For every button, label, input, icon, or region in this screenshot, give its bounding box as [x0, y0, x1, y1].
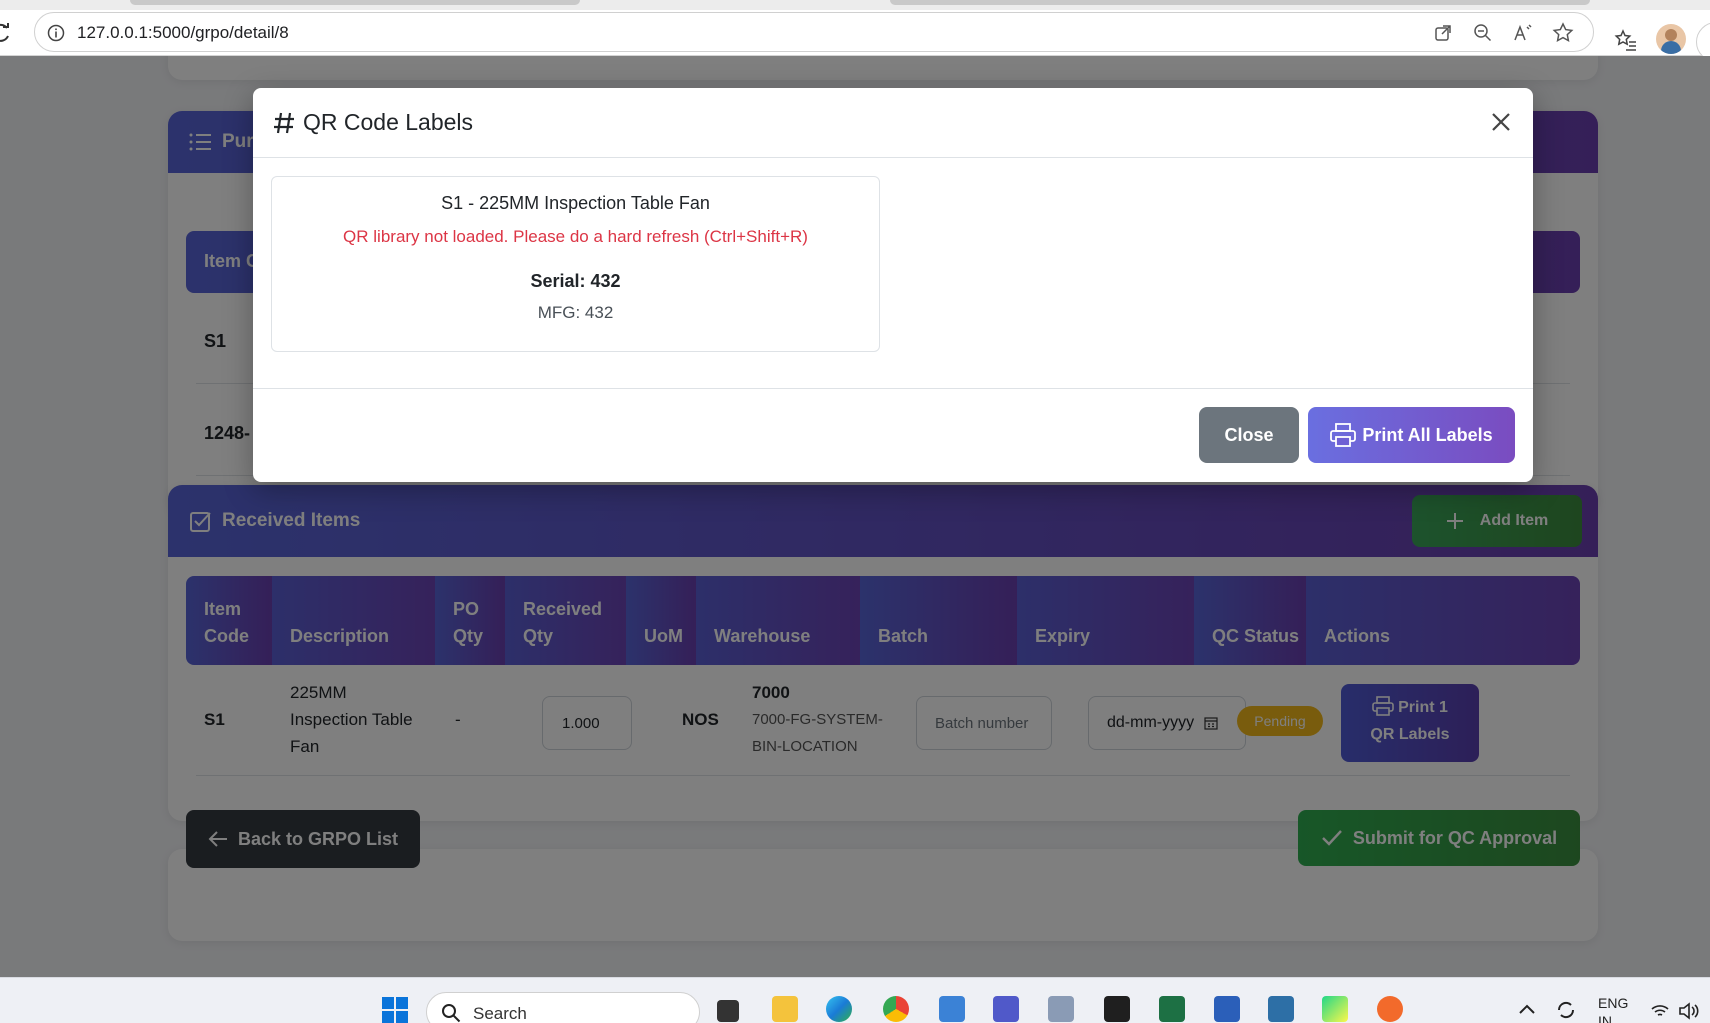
qr-labels-modal: QR Code Labels S1 - 225MM Inspection Tab…	[253, 88, 1533, 482]
qr-label-card: S1 - 225MM Inspection Table Fan QR libra…	[271, 176, 880, 352]
modal-footer: Close Print All Labels	[253, 388, 1533, 482]
label-title: S1 - 225MM Inspection Table Fan	[441, 193, 710, 213]
taskbar-search[interactable]: Search	[426, 992, 700, 1023]
open-in-app-icon[interactable]	[1431, 21, 1455, 45]
favorites-list-icon[interactable]	[1614, 28, 1638, 52]
pycharm-icon[interactable]	[1322, 996, 1348, 1022]
url-text: 127.0.0.1:5000/grpo/detail/8	[77, 23, 289, 42]
edge-browser-icon[interactable]	[826, 996, 852, 1022]
print-all-label: Print All Labels	[1362, 424, 1493, 445]
refresh-icon[interactable]	[0, 22, 12, 44]
excel-icon[interactable]	[1159, 996, 1185, 1022]
app-icon[interactable]	[1104, 996, 1130, 1022]
url-field[interactable]: 127.0.0.1:5000/grpo/detail/8	[34, 12, 1594, 52]
windows-taskbar: Search ENG IN	[0, 977, 1710, 1023]
mysql-workbench-icon[interactable]	[1268, 996, 1294, 1022]
close-icon[interactable]	[1487, 108, 1515, 136]
app-icon[interactable]	[1377, 996, 1403, 1022]
chrome-icon[interactable]	[883, 996, 909, 1022]
profile-avatar[interactable]	[1656, 24, 1686, 54]
favorite-star-icon[interactable]	[1551, 21, 1575, 45]
wifi-icon[interactable]	[1650, 1002, 1670, 1020]
modal-title: QR Code Labels	[303, 109, 474, 135]
volume-icon[interactable]	[1678, 1002, 1700, 1020]
chevron-up-icon[interactable]	[1518, 1002, 1536, 1016]
print-all-labels-button[interactable]: Print All Labels	[1308, 407, 1515, 463]
address-bar: 127.0.0.1:5000/grpo/detail/8	[0, 10, 1710, 62]
read-aloud-icon[interactable]	[1511, 21, 1535, 45]
modal-header: QR Code Labels	[253, 88, 1533, 158]
close-button[interactable]: Close	[1199, 407, 1299, 463]
zoom-out-icon[interactable]	[1471, 21, 1495, 45]
browser-tab[interactable]	[130, 0, 580, 5]
error-message: QR library not loaded. Please do a hard …	[343, 227, 808, 246]
task-view-icon[interactable]	[717, 1000, 739, 1022]
hashtag-icon	[274, 112, 294, 133]
taskbar-search-label: Search	[473, 1004, 527, 1023]
browser-tab[interactable]	[890, 0, 1590, 5]
site-info-icon[interactable]	[47, 24, 65, 42]
teams-icon[interactable]	[993, 996, 1019, 1022]
windows-start-icon[interactable]	[381, 996, 409, 1023]
sync-icon[interactable]	[1554, 998, 1578, 1022]
label-serial: Serial: 432	[530, 271, 621, 291]
app-icon[interactable]	[1048, 996, 1074, 1022]
search-icon	[442, 1004, 461, 1023]
word-icon[interactable]	[1214, 996, 1240, 1022]
notepad-icon[interactable]	[939, 996, 965, 1022]
language-indicator[interactable]: ENG IN	[1598, 994, 1628, 1023]
file-explorer-icon[interactable]	[772, 996, 798, 1022]
label-mfg: MFG: 432	[537, 303, 614, 322]
printer-icon	[1330, 423, 1357, 447]
